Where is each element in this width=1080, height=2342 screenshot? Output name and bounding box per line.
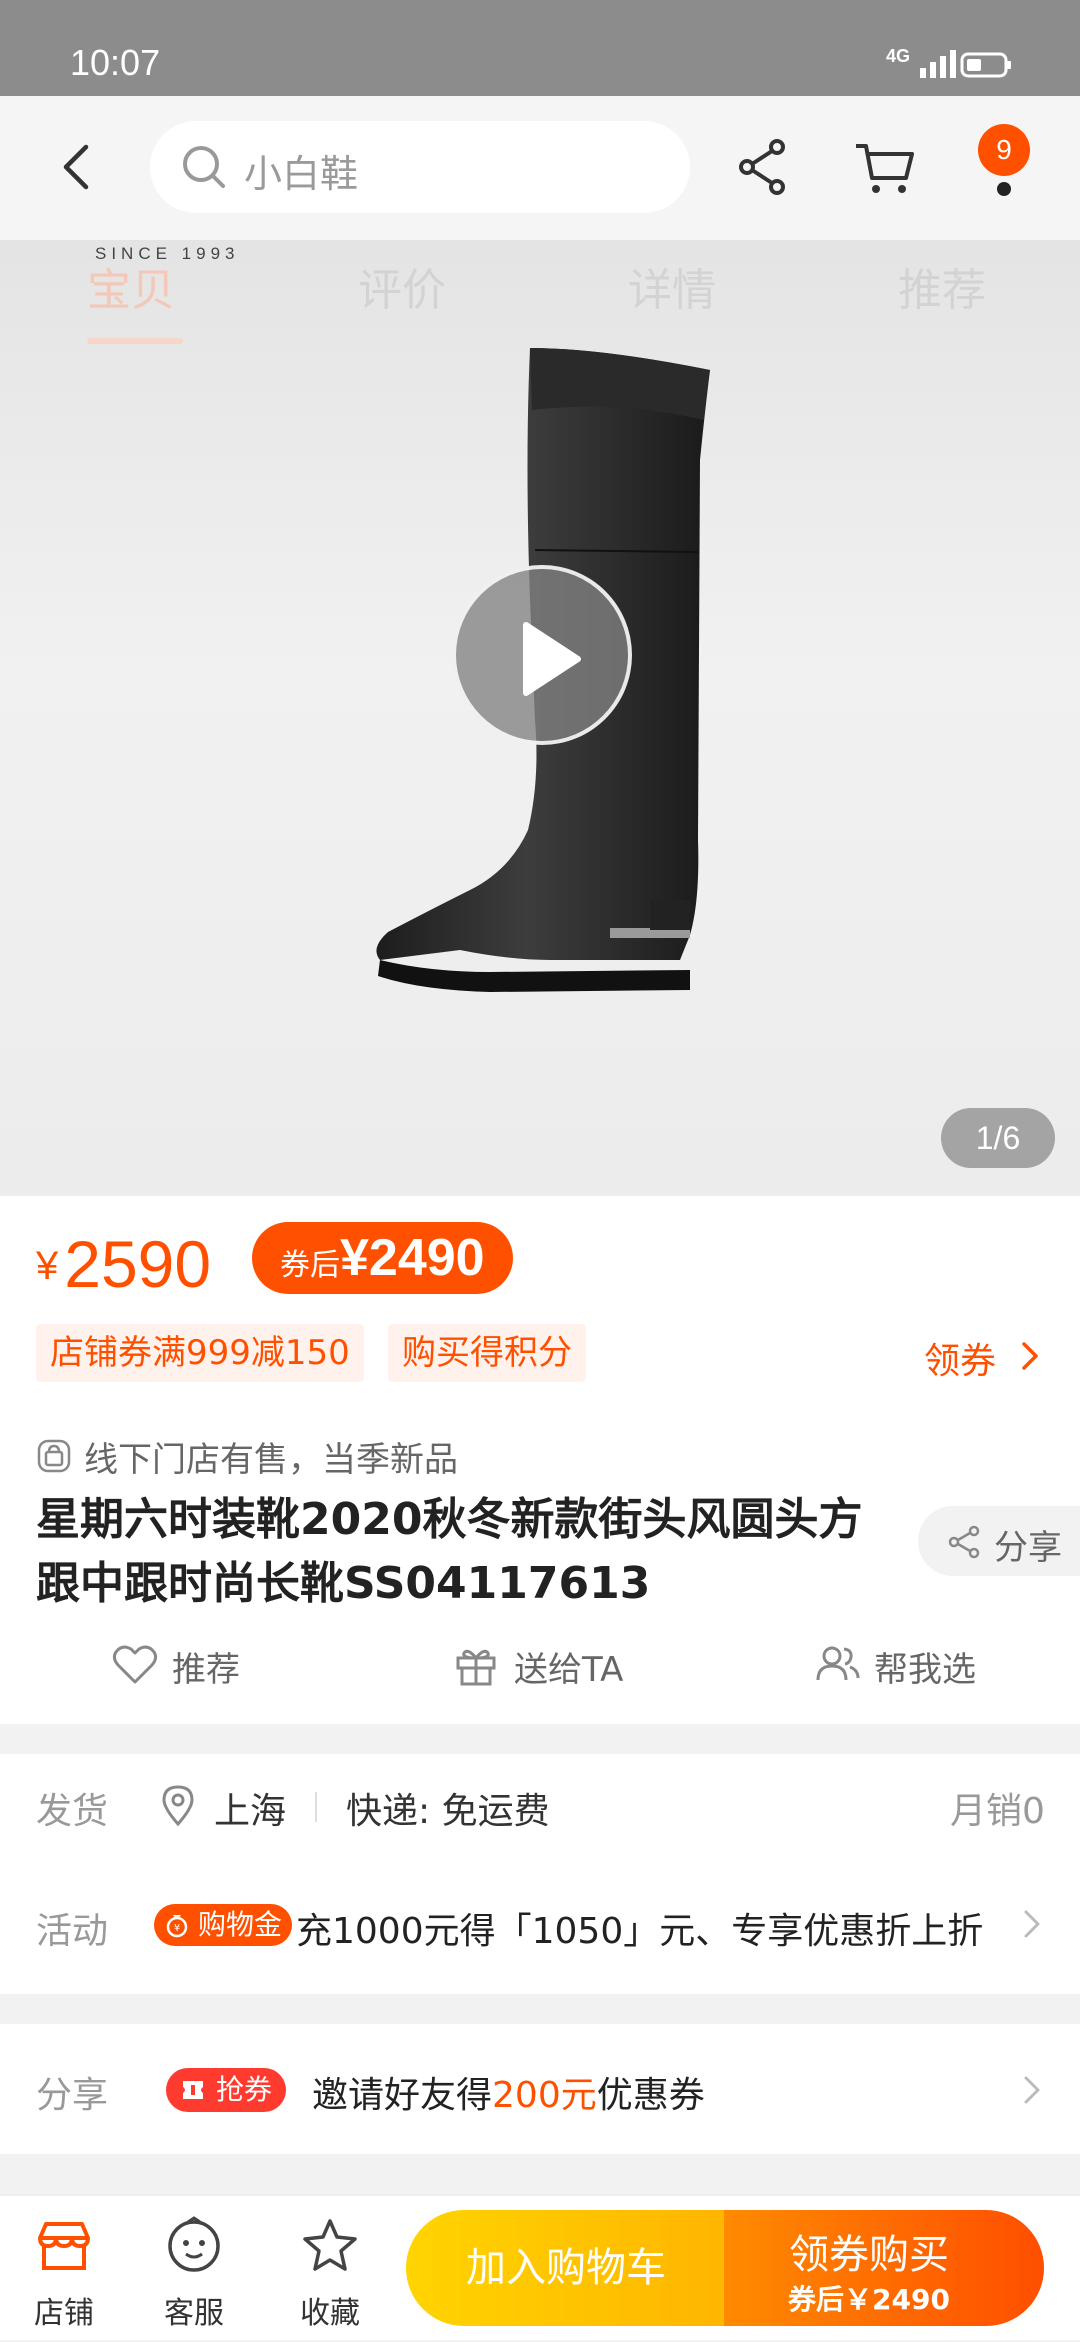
share-coupon-text: 邀请好友得200元优惠券 [312, 2066, 705, 2118]
tab-recommend[interactable]: 推荐 [898, 254, 986, 318]
shipping-label: 发货 [36, 1791, 109, 1832]
activity-label: 活动 [36, 1911, 109, 1952]
shopping-gold-label: 购物金 [198, 1908, 283, 1941]
price: ¥2590 [36, 1226, 211, 1302]
coupon-ticket-icon [183, 2081, 203, 2099]
divider [315, 1792, 317, 1822]
shipping-row[interactable]: 发货 上海 快递: 免运费 月销0 [0, 1764, 1080, 1844]
recommend-label: 推荐 [172, 1650, 240, 1690]
share-coupon-row[interactable]: 分享 抢券 邀请好友得200元优惠券 [0, 2024, 1080, 2154]
grab-coupon-badge: 抢券 [166, 2068, 287, 2112]
status-time: 10:07 [70, 42, 161, 83]
star-icon [303, 2219, 357, 2271]
share-coupon-amount: 200元 [492, 2075, 597, 2116]
help-choose-label: 帮我选 [874, 1650, 976, 1690]
buy-label: 领券购买 [789, 2232, 949, 2278]
chevron-right-icon [1024, 1910, 1040, 1938]
product-actions: 推荐 送给TA 帮我选 [0, 1636, 1080, 1706]
search-placeholder: 小白鞋 [244, 152, 359, 196]
chevron-right-icon [1024, 2076, 1040, 2104]
battery-icon [960, 52, 1011, 78]
buy-coupon-price: 券后￥2490 [788, 2283, 950, 2316]
get-coupon-link[interactable]: 领券 [924, 1332, 996, 1384]
svg-text:¥: ¥ [174, 1923, 180, 1934]
active-tab-indicator [87, 338, 183, 344]
share-text-after: 优惠券 [596, 2075, 705, 2116]
search-bar[interactable]: 小白鞋 [150, 121, 690, 213]
location-pin-icon [162, 1785, 194, 1826]
heart-icon [112, 1645, 158, 1684]
favorite-button[interactable]: 收藏 [270, 2196, 390, 2342]
users-icon [816, 1646, 860, 1681]
points-tag[interactable]: 购买得积分 [388, 1324, 586, 1382]
store-label: 店铺 [34, 2296, 94, 2331]
store-button[interactable]: 店铺 [4, 2196, 124, 2342]
shopping-bag-icon [37, 1439, 71, 1473]
monthly-sales: 月销0 [950, 1791, 1045, 1832]
gift-icon [456, 1649, 496, 1686]
gift-label: 送给TA [514, 1650, 624, 1690]
top-navigation-bar: 小白鞋 9 [0, 96, 1080, 240]
money-bag-icon: ¥ [166, 1915, 188, 1938]
share-section-label: 分享 [36, 2075, 109, 2116]
cart-icon[interactable] [852, 132, 918, 202]
share-icon [948, 1525, 980, 1559]
back-arrow-icon[interactable] [48, 132, 108, 202]
buy-with-coupon-button[interactable]: 领券购买 券后￥2490 [724, 2210, 1044, 2326]
customer-service-icon [168, 2216, 220, 2272]
express-fee: 快递: 免运费 [346, 1791, 550, 1832]
search-icon [183, 146, 225, 188]
tab-item[interactable]: 宝贝 [87, 254, 175, 318]
product-image-gallery[interactable]: SINCE 1993 宝贝 评价 详情 推荐 1/6 [0, 240, 1080, 1196]
bottom-action-bar: 店铺 客服 收藏 加入购物车 领券购买 券后￥2490 [0, 2194, 1080, 2340]
activity-text: 充1000元得「1050」元、专享优惠折上折 [296, 1911, 984, 1952]
more-dot-icon[interactable] [997, 182, 1011, 196]
coupon-price-value: ¥2490 [340, 1229, 485, 1287]
ship-from-city: 上海 [214, 1791, 287, 1832]
price-value: 2590 [64, 1227, 212, 1301]
image-counter: 1/6 [941, 1108, 1055, 1168]
share-icon[interactable] [732, 132, 792, 202]
product-title: 星期六时装靴2020秋冬新款街头风圆头方跟中跟时尚长靴SS04117613 [36, 1494, 863, 1609]
favorite-label: 收藏 [300, 2296, 360, 2331]
store-coupon-tag[interactable]: 店铺券满999减150 [36, 1324, 364, 1382]
share-text-before: 邀请好友得 [312, 2075, 493, 2116]
product-info-card: ¥2590 券后¥2490 店铺券满999减150 购买得积分 领券 线下门店有… [0, 1196, 1080, 1724]
share-button[interactable]: 分享 [918, 1506, 1080, 1576]
play-video-button[interactable] [452, 565, 632, 745]
add-to-cart-button[interactable]: 加入购物车 [406, 2210, 726, 2326]
status-bar: 10:07 4G [0, 0, 1080, 96]
play-icon [523, 622, 581, 696]
customer-service-button[interactable]: 客服 [134, 2196, 254, 2342]
cart-count-badge: 9 [978, 124, 1030, 176]
shipping-activity-card: 发货 上海 快递: 免运费 月销0 活动 ¥ 购物金 充1000元得「1050」… [0, 1754, 1080, 1994]
coupon-price-badge: 券后¥2490 [252, 1222, 513, 1294]
network-type: 4G [886, 46, 911, 66]
store-icon [38, 2222, 90, 2270]
share-label: 分享 [994, 1528, 1062, 1568]
chevron-right-icon [1022, 1342, 1038, 1370]
grab-coupon-label: 抢券 [216, 2073, 273, 2106]
customer-service-label: 客服 [164, 2296, 224, 2331]
offline-note-text: 线下门店有售，当季新品 [84, 1440, 458, 1480]
activity-row[interactable]: 活动 ¥ 购物金 充1000元得「1050」元、专享优惠折上折 [0, 1884, 1080, 1964]
signal-icon [920, 50, 956, 78]
currency-symbol: ¥ [36, 1244, 59, 1288]
shopping-gold-badge: ¥ 购物金 [154, 1904, 293, 1946]
coupon-price-label: 券后 [280, 1248, 340, 1283]
